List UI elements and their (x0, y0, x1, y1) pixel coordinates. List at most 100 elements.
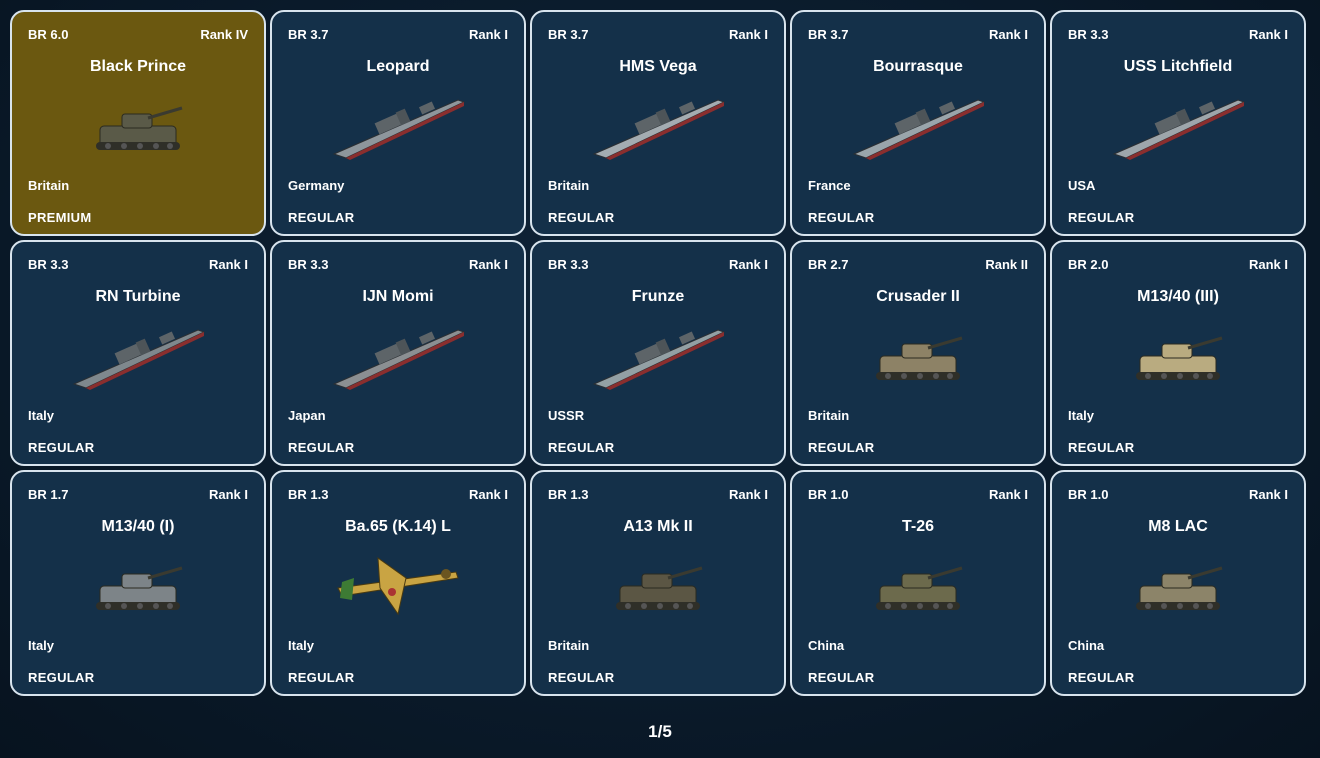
tank-icon (848, 318, 988, 390)
vehicle-nation: USSR (548, 408, 585, 423)
vehicle-rank: Rank I (208, 257, 248, 272)
vehicle-card[interactable]: BR 1.0 Rank I M8 LAC China REGULAR (1050, 470, 1306, 696)
vehicle-name: M13/40 (I) (101, 518, 175, 535)
vehicle-card[interactable]: BR 3.7 Rank I HMS Vega Britain REGULAR (530, 10, 786, 236)
vehicle-type: REGULAR (28, 670, 95, 685)
vehicle-card[interactable]: BR 1.7 Rank I M13/40 (I) Italy REGULAR (10, 470, 266, 696)
vehicle-type: REGULAR (548, 210, 615, 225)
vehicle-name: Frunze (631, 288, 685, 305)
vehicle-nation: Britain (548, 178, 590, 193)
vehicle-name: Leopard (366, 58, 430, 75)
vehicle-card[interactable]: BR 1.3 Rank I A13 Mk II Britain REGULAR (530, 470, 786, 696)
vehicle-rank: Rank I (208, 487, 248, 502)
vehicle-rank: Rank I (1248, 27, 1288, 42)
vehicle-grid: BR 6.0 Rank IV Black Prince Britain PREMIUM B… (10, 10, 1306, 696)
ship-icon (68, 318, 208, 390)
vehicle-card[interactable]: BR 3.3 Rank I Frunze USSR REGULAR (530, 240, 786, 466)
battle-rating: BR 1.3 (288, 487, 329, 502)
vehicle-type: REGULAR (1068, 440, 1135, 455)
battle-rating: BR 1.3 (548, 487, 589, 502)
tank-icon (68, 88, 208, 160)
vehicle-rank: Rank I (1248, 257, 1288, 272)
battle-rating: BR 3.3 (548, 257, 589, 272)
vehicle-card[interactable]: BR 1.0 Rank I T-26 China REGULAR (790, 470, 1046, 696)
battle-rating: BR 3.7 (548, 27, 589, 42)
battle-rating: BR 3.3 (288, 257, 329, 272)
vehicle-name: USS Litchfield (1123, 58, 1233, 75)
vehicle-card[interactable]: BR 3.3 Rank I IJN Momi Japan REGULAR (270, 240, 526, 466)
vehicle-card[interactable]: BR 3.3 Rank I RN Turbine Italy REGULAR (10, 240, 266, 466)
vehicle-type: REGULAR (808, 670, 875, 685)
vehicle-nation: Italy (28, 408, 55, 423)
vehicle-type: REGULAR (28, 440, 95, 455)
vehicle-rank: Rank I (988, 27, 1028, 42)
tank-icon (1108, 318, 1248, 390)
vehicle-rank: Rank I (728, 487, 768, 502)
vehicle-card[interactable]: BR 1.3 Rank I Ba.65 (K.14) L Italy REGULAR (270, 470, 526, 696)
ship-icon (328, 88, 468, 160)
vehicle-nation: USA (1068, 178, 1096, 193)
ship-icon (848, 88, 988, 160)
vehicle-rank: Rank I (1248, 487, 1288, 502)
vehicle-type: REGULAR (288, 210, 355, 225)
vehicle-rank: Rank I (468, 257, 508, 272)
vehicle-nation: China (1068, 638, 1105, 653)
vehicle-nation: Japan (288, 408, 326, 423)
battle-rating: BR 2.7 (808, 257, 849, 272)
vehicle-type: REGULAR (808, 210, 875, 225)
ship-icon (328, 318, 468, 390)
vehicle-card[interactable]: BR 2.0 Rank I M13/40 (III) Italy REGULAR (1050, 240, 1306, 466)
vehicle-type: REGULAR (1068, 670, 1135, 685)
battle-rating: BR 1.0 (808, 487, 849, 502)
vehicle-type: REGULAR (548, 670, 615, 685)
vehicle-card[interactable]: BR 3.7 Rank I Leopard Germany REGULAR (270, 10, 526, 236)
vehicle-card[interactable]: BR 3.7 Rank I Bourrasque France REGULAR (790, 10, 1046, 236)
vehicle-name: M13/40 (III) (1137, 288, 1219, 305)
vehicle-name: T-26 (901, 518, 934, 535)
tank-icon (848, 548, 988, 620)
ship-icon (588, 88, 728, 160)
vehicle-rank: Rank I (728, 27, 768, 42)
battle-rating: BR 1.0 (1068, 487, 1109, 502)
battle-rating: BR 6.0 (28, 27, 69, 42)
vehicle-rank: Rank IV (200, 27, 248, 42)
vehicle-type: REGULAR (288, 670, 355, 685)
vehicle-type: REGULAR (1068, 210, 1135, 225)
vehicle-type: REGULAR (288, 440, 355, 455)
tank-icon (1108, 548, 1248, 620)
vehicle-rank: Rank II (985, 257, 1028, 272)
vehicle-name: HMS Vega (619, 58, 697, 75)
vehicle-nation: France (808, 178, 851, 193)
vehicle-type: REGULAR (808, 440, 875, 455)
page-indicator: 1/5 (648, 722, 672, 741)
plane-icon (328, 548, 468, 620)
vehicle-rank: Rank I (468, 27, 508, 42)
battle-rating: BR 1.7 (28, 487, 69, 502)
vehicle-card[interactable]: BR 3.3 Rank I USS Litchfield USA REGULAR (1050, 10, 1306, 236)
vehicle-name: RN Turbine (95, 288, 181, 305)
vehicle-nation: Britain (548, 638, 590, 653)
tank-icon (588, 548, 728, 620)
vehicle-type: REGULAR (548, 440, 615, 455)
vehicle-rank: Rank I (988, 487, 1028, 502)
ship-icon (588, 318, 728, 390)
vehicle-nation: Italy (1068, 408, 1095, 423)
battle-rating: BR 3.3 (1068, 27, 1109, 42)
tank-icon (68, 548, 208, 620)
battle-rating: BR 3.7 (288, 27, 329, 42)
vehicle-name: A13 Mk II (623, 518, 693, 535)
vehicle-card[interactable]: BR 6.0 Rank IV Black Prince Britain PREMIUM (10, 10, 266, 236)
battle-rating: BR 2.0 (1068, 257, 1109, 272)
vehicle-name: Bourrasque (873, 58, 963, 75)
vehicle-nation: Germany (288, 178, 345, 193)
vehicle-rank: Rank I (468, 487, 508, 502)
vehicle-nation: China (808, 638, 845, 653)
vehicle-name: Ba.65 (K.14) L (345, 518, 451, 535)
vehicle-nation: Britain (808, 408, 850, 423)
vehicle-nation: Britain (28, 178, 70, 193)
vehicle-name: Black Prince (89, 58, 187, 75)
vehicle-rank: Rank I (728, 257, 768, 272)
vehicle-name: IJN Momi (362, 288, 434, 305)
vehicle-card[interactable]: BR 2.7 Rank II Crusader II Britain REGULAR (790, 240, 1046, 466)
vehicle-nation: Italy (288, 638, 315, 653)
